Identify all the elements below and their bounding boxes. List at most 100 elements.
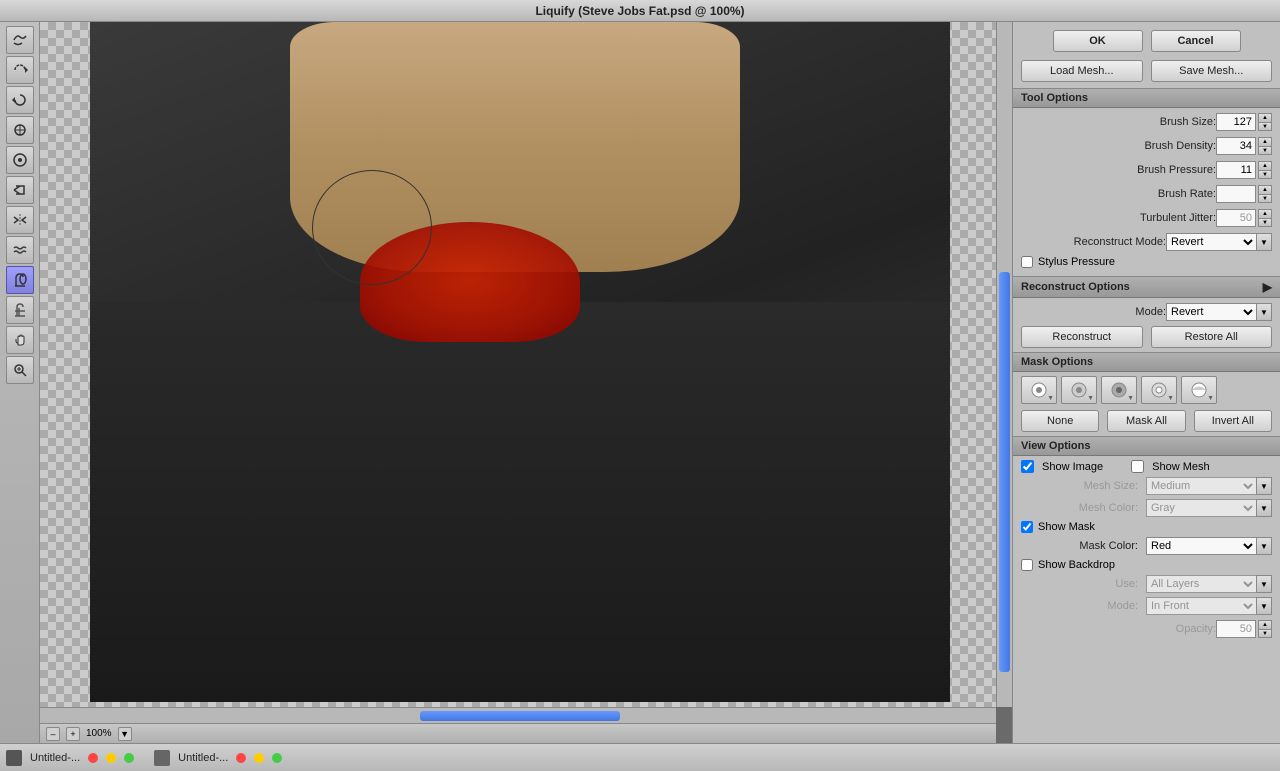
turbulent-jitter-down[interactable]: ▼ xyxy=(1258,218,1272,227)
mask-options-label: Mask Options xyxy=(1021,356,1093,368)
mesh-color-select-group: Gray Black White Red ▼ xyxy=(1146,499,1272,517)
mask-color-select[interactable]: Red Green Blue Yellow xyxy=(1146,537,1256,555)
recon-mode-select[interactable]: Revert Rigid Stiff xyxy=(1166,303,1256,321)
brush-size-value: 127 xyxy=(1216,113,1256,131)
ok-button[interactable]: OK xyxy=(1053,30,1143,52)
tool-zoom[interactable] xyxy=(6,356,34,384)
stylus-pressure-checkbox[interactable] xyxy=(1021,256,1033,268)
mesh-size-arrow[interactable]: ▼ xyxy=(1256,477,1272,495)
taskbar-dot-red[interactable] xyxy=(88,753,98,763)
zoom-decrease-button[interactable]: – xyxy=(46,727,60,741)
tool-push-left[interactable] xyxy=(6,176,34,204)
opacity-up[interactable]: ▲ xyxy=(1258,620,1272,629)
mesh-size-row: Mesh Size: Medium Small Large ▼ xyxy=(1021,477,1272,495)
tool-hand[interactable] xyxy=(6,326,34,354)
reconstruct-mode-select[interactable]: Revert Rigid Stiff Smooth Loose xyxy=(1166,233,1256,251)
reconstruct-options-header[interactable]: Reconstruct Options ▶ xyxy=(1013,276,1280,298)
taskbar-item-2[interactable]: Untitled-... xyxy=(178,752,228,764)
brush-rate-down[interactable]: ▼ xyxy=(1258,194,1272,203)
turbulent-jitter-up[interactable]: ▲ xyxy=(1258,209,1272,218)
tool-reconstruct[interactable] xyxy=(6,56,34,84)
cancel-button[interactable]: Cancel xyxy=(1151,30,1241,52)
show-image-row: Show Image Show Mesh xyxy=(1021,460,1272,473)
brush-density-down[interactable]: ▼ xyxy=(1258,146,1272,155)
mask-icon-1[interactable] xyxy=(1021,376,1057,404)
none-button[interactable]: None xyxy=(1021,410,1099,432)
opacity-spinner: ▲ ▼ xyxy=(1258,620,1272,638)
brush-rate-label: Brush Rate: xyxy=(1021,188,1216,200)
tool-pucker[interactable] xyxy=(6,116,34,144)
scrollbar-horizontal[interactable] xyxy=(40,707,996,723)
mask-color-arrow[interactable]: ▼ xyxy=(1256,537,1272,555)
canvas-container[interactable] xyxy=(40,22,996,707)
reconstruct-button[interactable]: Reconstruct xyxy=(1021,326,1143,348)
tool-options-header[interactable]: Tool Options xyxy=(1013,88,1280,108)
brush-pressure-up[interactable]: ▲ xyxy=(1258,161,1272,170)
backdrop-mode-select[interactable]: In Front Behind xyxy=(1146,597,1256,615)
use-select[interactable]: All Layers xyxy=(1146,575,1256,593)
taskbar-dot-green-2[interactable] xyxy=(272,753,282,763)
tool-bloat[interactable] xyxy=(6,146,34,174)
tool-warp[interactable] xyxy=(6,26,34,54)
show-image-checkbox[interactable] xyxy=(1021,460,1034,473)
tool-freeze-mask[interactable] xyxy=(6,266,34,294)
brush-rate-up[interactable]: ▲ xyxy=(1258,185,1272,194)
brush-density-spinner: ▲ ▼ xyxy=(1258,137,1272,155)
brush-rate-input-group: ▲ ▼ xyxy=(1216,185,1272,203)
tool-mirror[interactable] xyxy=(6,206,34,234)
reconstruct-mode-arrow[interactable]: ▼ xyxy=(1256,233,1272,251)
brush-pressure-row: Brush Pressure: 11 ▲ ▼ xyxy=(1021,160,1272,180)
zoom-increase-button[interactable]: + xyxy=(66,727,80,741)
recon-mode-arrow[interactable]: ▼ xyxy=(1256,303,1272,321)
taskbar-dot-green[interactable] xyxy=(124,753,134,763)
mask-icon-3[interactable] xyxy=(1101,376,1137,404)
top-buttons: OK Cancel xyxy=(1013,22,1280,58)
mask-options-header[interactable]: Mask Options xyxy=(1013,352,1280,372)
scrollbar-horizontal-thumb[interactable] xyxy=(420,711,620,721)
mesh-color-arrow[interactable]: ▼ xyxy=(1256,499,1272,517)
show-mesh-checkbox[interactable] xyxy=(1131,460,1144,473)
backdrop-mode-row: Mode: In Front Behind ▼ xyxy=(1021,597,1272,615)
taskbar-dot-yellow-2[interactable] xyxy=(254,753,264,763)
mask-icon-5[interactable] xyxy=(1181,376,1217,404)
recon-mode-row: Mode: Revert Rigid Stiff ▼ xyxy=(1021,302,1272,322)
scrollbar-vertical[interactable] xyxy=(996,22,1012,707)
taskbar-dot-yellow[interactable] xyxy=(106,753,116,763)
brush-size-down[interactable]: ▼ xyxy=(1258,122,1272,131)
taskbar-ps-icon-2 xyxy=(154,750,170,766)
turbulent-jitter-row: Turbulent Jitter: 50 ▲ ▼ xyxy=(1021,208,1272,228)
reconstruct-mode-row: Reconstruct Mode: Revert Rigid Stiff Smo… xyxy=(1021,232,1272,252)
mask-all-button[interactable]: Mask All xyxy=(1107,410,1185,432)
title-text: Liquify (Steve Jobs Fat.psd @ 100%) xyxy=(535,4,744,18)
invert-all-button[interactable]: Invert All xyxy=(1194,410,1272,432)
brush-size-spinner: ▲ ▼ xyxy=(1258,113,1272,131)
mask-icon-2[interactable] xyxy=(1061,376,1097,404)
taskbar-item-1[interactable]: Untitled-... xyxy=(30,752,80,764)
mesh-color-select[interactable]: Gray Black White Red xyxy=(1146,499,1256,517)
restore-all-button[interactable]: Restore All xyxy=(1151,326,1273,348)
brush-pressure-down[interactable]: ▼ xyxy=(1258,170,1272,179)
brush-size-up[interactable]: ▲ xyxy=(1258,113,1272,122)
opacity-label: Opacity: xyxy=(1021,623,1216,635)
tool-thaw-mask[interactable] xyxy=(6,296,34,324)
use-arrow[interactable]: ▼ xyxy=(1256,575,1272,593)
tool-twirl-clockwise[interactable] xyxy=(6,86,34,114)
save-mesh-button[interactable]: Save Mesh... xyxy=(1151,60,1273,82)
scrollbar-vertical-thumb[interactable] xyxy=(999,272,1010,672)
show-mask-checkbox[interactable] xyxy=(1021,521,1033,533)
brush-density-up[interactable]: ▲ xyxy=(1258,137,1272,146)
tool-turbulence[interactable] xyxy=(6,236,34,264)
zoom-select-button[interactable]: ▼ xyxy=(118,727,132,741)
load-mesh-button[interactable]: Load Mesh... xyxy=(1021,60,1143,82)
opacity-row: Opacity: 50 ▲ ▼ xyxy=(1021,619,1272,639)
show-backdrop-checkbox[interactable] xyxy=(1021,559,1033,571)
view-options-header[interactable]: View Options xyxy=(1013,436,1280,456)
backdrop-mode-arrow[interactable]: ▼ xyxy=(1256,597,1272,615)
mesh-size-select-group: Medium Small Large ▼ xyxy=(1146,477,1272,495)
mask-icon-4[interactable] xyxy=(1141,376,1177,404)
mesh-size-select[interactable]: Medium Small Large xyxy=(1146,477,1256,495)
brush-rate-row: Brush Rate: ▲ ▼ xyxy=(1021,184,1272,204)
image-canvas xyxy=(90,22,950,702)
taskbar-dot-red-2[interactable] xyxy=(236,753,246,763)
opacity-down[interactable]: ▼ xyxy=(1258,629,1272,638)
